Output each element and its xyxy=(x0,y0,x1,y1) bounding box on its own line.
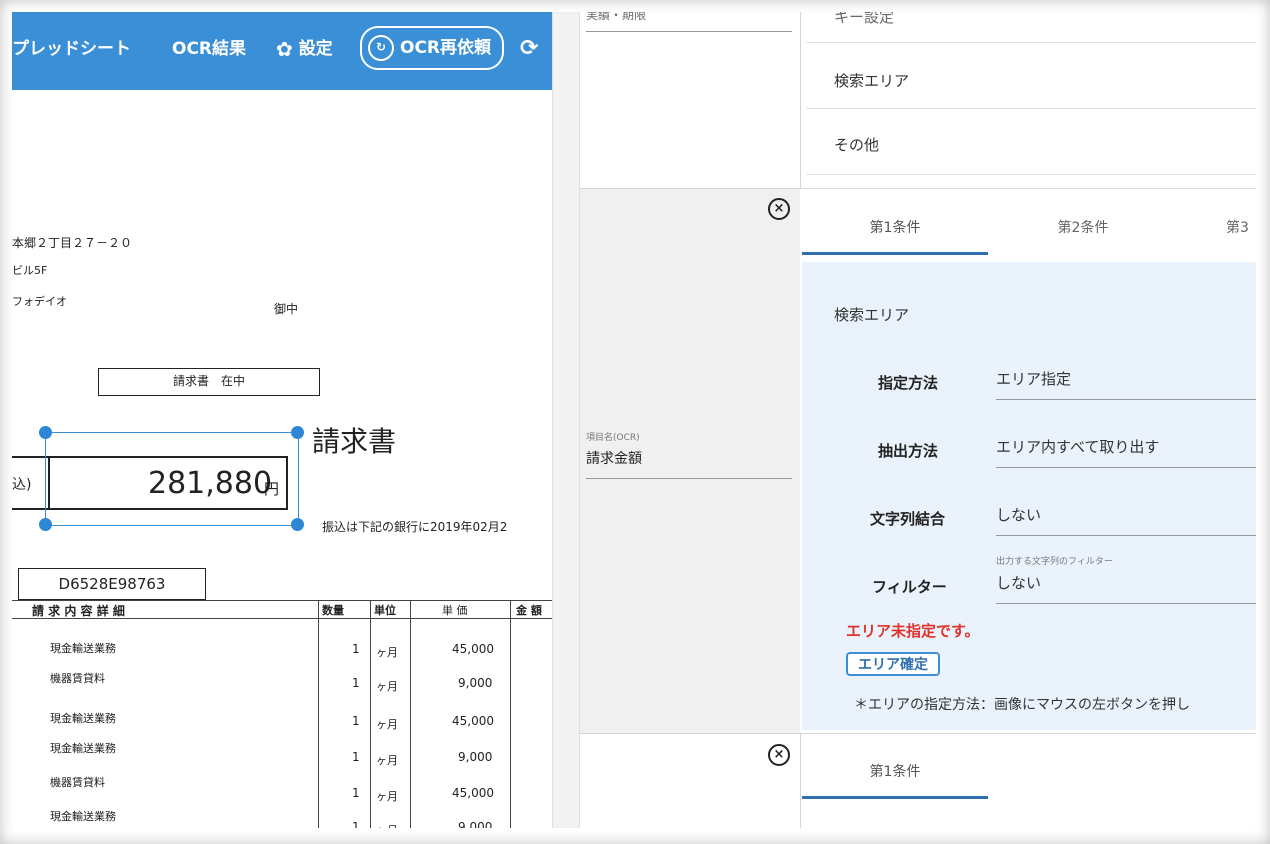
table-cell: 1 xyxy=(352,750,360,764)
invoice-number-box: D6528E98763 xyxy=(18,568,206,600)
menu-key-settings-label: キー設定 xyxy=(834,12,895,26)
table-cell: 現金輸送業務 xyxy=(50,642,116,655)
selection-rectangle[interactable] xyxy=(45,432,299,526)
gochu-text: 御中 xyxy=(274,302,299,316)
top-cut-field: 実績・期限 xyxy=(586,12,792,32)
table-border xyxy=(12,600,552,601)
table-cell: ヶ月 xyxy=(376,754,398,767)
item-name-small-label: 項目名(OCR) xyxy=(586,433,640,443)
settings-pane: 実績・期限 キー設定 検索エリア その他 × 項目名(OCR) 請求金額 第1条… xyxy=(580,12,1256,828)
table-cell: 1 xyxy=(352,676,360,690)
area-confirm-button[interactable]: エリア確定 xyxy=(846,652,940,676)
table-header: 数量 xyxy=(322,604,344,617)
filter-label: フィルター xyxy=(872,578,947,596)
payment-note: 振込は下記の銀行に2019年02月2 xyxy=(322,520,508,534)
table-border xyxy=(318,600,319,828)
table-border xyxy=(510,600,511,828)
table-cell: ヶ月 xyxy=(376,822,398,828)
resize-handle-top-right[interactable] xyxy=(291,426,304,439)
filter-hint: 出力する文字列のフィルター xyxy=(996,557,1113,567)
table-cell: 現金輸送業務 xyxy=(50,712,116,725)
rotate-icon[interactable]: ⟳ xyxy=(520,32,538,66)
table-cell: 45,000 xyxy=(452,714,494,728)
pane-divider[interactable] xyxy=(552,12,580,828)
table-cell: 1 xyxy=(352,820,360,828)
table-border xyxy=(370,600,371,828)
menu-search-area-label: 検索エリア xyxy=(834,72,910,90)
section-title: 検索エリア xyxy=(834,306,910,324)
enclosed-text: 請求書 在中 xyxy=(172,374,245,388)
table-cell: ヶ月 xyxy=(376,718,398,731)
settings-label: 設定 xyxy=(298,39,333,59)
ocr-rerequest-label: OCR再依頼 xyxy=(400,38,492,58)
menu-other[interactable]: その他 xyxy=(806,116,1256,175)
row-separator xyxy=(580,733,1256,734)
extract-method-select[interactable]: エリア内すべて取り出す xyxy=(996,436,1256,468)
spec-method-select[interactable]: エリア指定 xyxy=(996,368,1256,400)
menu-other-label: その他 xyxy=(834,136,880,154)
item-name-value[interactable]: 請求金額 xyxy=(586,448,792,479)
instruction-text: ＊エリアの指定方法：画像にマウスの左ボタンを押し xyxy=(854,697,1190,713)
table-header: 金 額 xyxy=(516,604,542,617)
spec-method-label: 指定方法 xyxy=(878,374,939,392)
table-border xyxy=(410,600,411,828)
concat-select[interactable]: しない xyxy=(996,504,1256,536)
table-cell: 45,000 xyxy=(452,786,494,800)
table-header: 単位 xyxy=(374,604,396,617)
remove-item-icon[interactable]: × xyxy=(768,198,790,220)
extract-method-label: 抽出方法 xyxy=(878,442,939,460)
table-cell: 1 xyxy=(352,714,360,728)
filter-select[interactable]: しない xyxy=(996,572,1256,604)
enclosed-box: 請求書 在中 xyxy=(98,368,320,396)
column-divider xyxy=(800,12,801,188)
error-message: エリア未指定です。 xyxy=(846,622,980,640)
tab-condition-3[interactable]: 第3 xyxy=(1226,204,1256,252)
resize-handle-top-left[interactable] xyxy=(39,426,52,439)
resize-handle-bottom-left[interactable] xyxy=(39,518,52,531)
company-name: フォデイオ xyxy=(12,295,67,308)
menu-key-settings[interactable]: キー設定 xyxy=(806,12,1256,43)
table-cell: 機器賃貸料 xyxy=(50,776,105,789)
toolbar: プレッドシート OCR結果 ✿ 設定 ↻ OCR再依頼 ⟳ xyxy=(12,12,552,90)
invoice-number: D6528E98763 xyxy=(58,575,166,593)
concat-label: 文字列結合 xyxy=(870,510,946,528)
column-divider xyxy=(800,733,801,828)
table-cell: 9,000 xyxy=(458,820,493,828)
tax-label: 込) xyxy=(12,477,32,493)
app-frame: プレッドシート OCR結果 ✿ 設定 ↻ OCR再依頼 ⟳ 本郷２丁目２７－２０ … xyxy=(12,12,1256,828)
document-pane: プレッドシート OCR結果 ✿ 設定 ↻ OCR再依頼 ⟳ 本郷２丁目２７－２０ … xyxy=(12,12,552,828)
invoice-title: 請求書 xyxy=(312,425,397,458)
tab-condition-2[interactable]: 第2条件 xyxy=(988,204,1178,252)
remove-item-icon[interactable]: × xyxy=(768,744,790,766)
spreadsheet-tab[interactable]: プレッドシート xyxy=(12,32,131,66)
tab-condition-1[interactable]: 第1条件 xyxy=(802,748,988,799)
resize-handle-bottom-right[interactable] xyxy=(291,518,304,531)
table-cell: ヶ月 xyxy=(376,646,398,659)
table-cell: 1 xyxy=(352,642,360,656)
condition-tabs-2: 第1条件 xyxy=(802,748,1256,799)
table-header: 請 求 内 容 詳 細 xyxy=(32,604,125,618)
ocr-result-tab[interactable]: OCR結果 xyxy=(172,32,246,66)
address-line-2: ビル5F xyxy=(12,264,48,277)
gear-icon: ✿ xyxy=(276,37,293,61)
table-cell: 1 xyxy=(352,786,360,800)
condition-tabs: 第1条件 第2条件 第3 xyxy=(802,204,1256,255)
invoice-image[interactable]: 本郷２丁目２７－２０ ビル5F フォデイオ 御中 請求書 在中 請求書 込) 2… xyxy=(12,90,552,828)
refresh-icon: ↻ xyxy=(368,35,394,61)
menu-search-area[interactable]: 検索エリア xyxy=(806,54,1256,109)
settings-button[interactable]: ✿ 設定 xyxy=(276,32,333,66)
table-cell: 現金輸送業務 xyxy=(50,810,116,823)
ocr-rerequest-button[interactable]: ↻ OCR再依頼 xyxy=(360,26,504,70)
table-header: 単 価 xyxy=(442,604,468,617)
table-cell: ヶ月 xyxy=(376,790,398,803)
table-cell: 9,000 xyxy=(458,750,493,764)
table-cell: 現金輸送業務 xyxy=(50,742,116,755)
table-cell: 45,000 xyxy=(452,642,494,656)
table-cell: ヶ月 xyxy=(376,680,398,693)
table-cell: 機器賃貸料 xyxy=(50,672,105,685)
tab-condition-1[interactable]: 第1条件 xyxy=(802,204,988,255)
condition-panel: 検索エリア 指定方法 エリア指定 抽出方法 エリア内すべて取り出す 文字列結合 … xyxy=(802,262,1256,730)
table-cell: 9,000 xyxy=(458,676,493,690)
address-line-1: 本郷２丁目２７－２０ xyxy=(12,236,133,250)
